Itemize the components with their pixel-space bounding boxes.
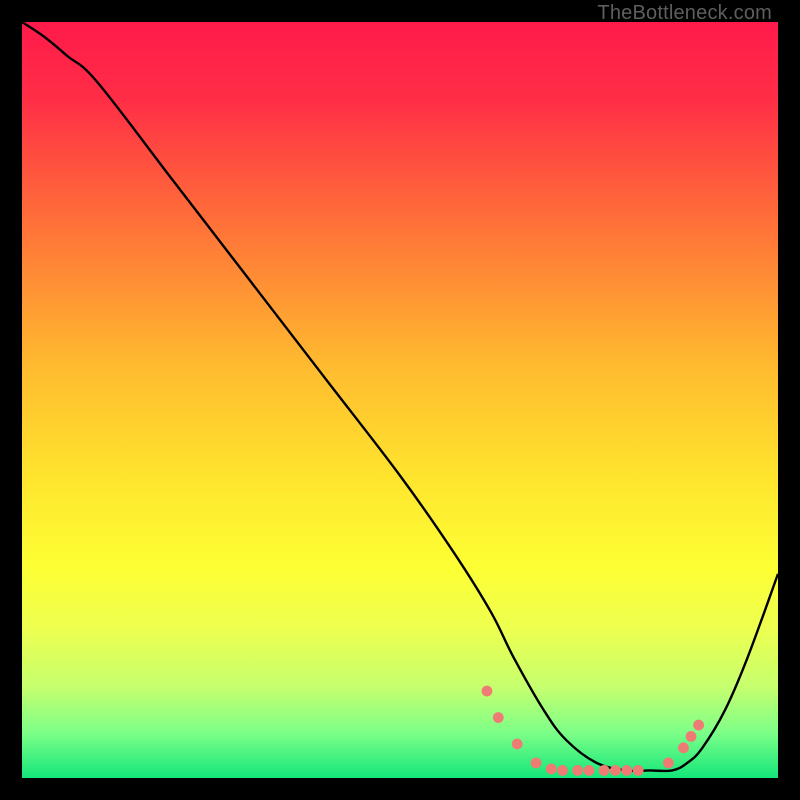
bottleneck-chart [22,22,778,778]
data-point [557,765,568,776]
data-point [621,765,632,776]
data-point [633,765,644,776]
data-point [531,757,542,768]
chart-frame [22,22,778,778]
data-point [512,739,523,750]
data-point [493,712,504,723]
data-point [584,765,595,776]
chart-background [22,22,778,778]
data-point [572,765,583,776]
data-point [686,731,697,742]
data-point [663,757,674,768]
data-point [546,764,557,775]
data-point [482,686,493,697]
data-point [599,765,610,776]
data-point [693,720,704,731]
data-point [610,765,621,776]
data-point [678,742,689,753]
